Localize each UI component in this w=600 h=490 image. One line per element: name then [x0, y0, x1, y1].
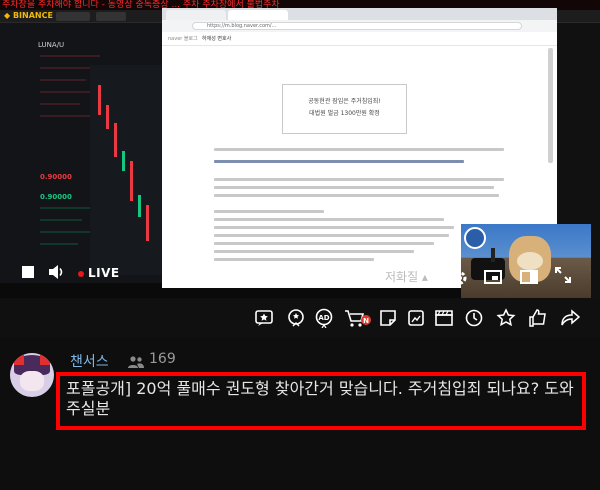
share-icon[interactable]	[560, 308, 581, 328]
thumbs-up-icon[interactable]	[528, 308, 548, 328]
candle	[146, 205, 149, 241]
action-toolbar: AD N	[0, 298, 600, 338]
people-icon	[128, 354, 144, 368]
avatar-face	[20, 371, 44, 391]
emoji-icon[interactable]	[286, 308, 306, 328]
order-row	[40, 207, 90, 209]
chat-username[interactable]: 챈서스	[70, 351, 109, 371]
video-player[interactable]: 주차장을 주차해야 합니다 - 동영상 중독증상 ... 주차 주차장에서 불법…	[0, 0, 600, 298]
candle	[138, 195, 141, 217]
order-row	[40, 79, 86, 81]
blog-header: naver 블로그 하재성 변호사	[162, 32, 557, 46]
chat-area: 챈서스 169 포폴공개] 20억 풀매수 권도형 찾아간거 맞습니다. 주거침…	[0, 338, 600, 490]
order-row	[40, 231, 95, 233]
notice-line-2: 대법원 벌금 1300만원 확정	[309, 110, 380, 117]
blog-text-line	[214, 218, 444, 221]
channel-logo	[464, 227, 486, 249]
candle	[98, 85, 101, 115]
order-row	[40, 55, 100, 57]
pip-icon[interactable]	[484, 270, 502, 284]
browser-scrollbar	[548, 48, 553, 163]
cart-badge: N	[363, 317, 369, 325]
quality-selector[interactable]: 저화질 ▴	[385, 268, 428, 285]
avatar-ear	[14, 353, 24, 365]
gear-icon[interactable]	[452, 270, 468, 286]
blog-text-line	[214, 194, 499, 197]
quick-view-icon[interactable]	[406, 308, 426, 328]
browser-toolbar: https://m.blog.naver.com/...	[162, 20, 557, 32]
blog-logo: naver 블로그	[168, 36, 198, 42]
order-row	[40, 243, 78, 245]
sticker-icon[interactable]	[378, 308, 398, 328]
browser-tab-active	[228, 10, 288, 20]
streamer-webcam	[461, 224, 591, 298]
clapperboard-icon[interactable]	[434, 308, 454, 328]
favorite-star-icon[interactable]	[496, 308, 516, 328]
live-label: LIVE	[88, 266, 120, 280]
live-stream-page: 주차장을 주차해야 합니다 - 동영상 중독증상 ... 주차 주차장에서 불법…	[0, 0, 600, 490]
blog-text-line	[214, 242, 434, 245]
notice-line-1: 공동현관 잠입은 주거침입죄!	[308, 98, 381, 105]
candle	[114, 123, 117, 157]
price-red: 0.90000	[40, 173, 72, 181]
candle	[122, 151, 125, 171]
order-row	[40, 103, 80, 105]
stop-icon[interactable]	[22, 266, 34, 278]
trading-screen: LUNA/U 0.90000 0.90000	[0, 23, 162, 283]
timer-icon[interactable]	[464, 308, 484, 328]
candle	[130, 161, 133, 201]
theater-icon[interactable]	[520, 270, 538, 284]
order-row	[40, 219, 82, 221]
blog-notice-box: 공동현관 잠입은 주거침입죄! 대법원 벌금 1300만원 확정	[282, 84, 407, 134]
desktop-tab	[96, 12, 126, 21]
blog-text-line	[214, 148, 504, 151]
blog-text-line	[214, 226, 454, 229]
viewer-count: 169	[149, 351, 176, 367]
svg-text:AD: AD	[318, 314, 329, 322]
blog-text-line	[214, 160, 464, 163]
price-green: 0.90000	[40, 193, 72, 201]
trading-pair-label: LUNA/U	[38, 41, 65, 49]
blog-text-line	[214, 250, 414, 253]
shopping-cart-icon[interactable]: N	[344, 308, 372, 328]
live-dot	[78, 271, 84, 277]
avatar-ear	[40, 353, 50, 365]
address-bar: https://m.blog.naver.com/...	[192, 22, 522, 30]
blog-text-line	[214, 210, 324, 213]
browser-tab	[166, 10, 226, 20]
desktop-tab	[56, 12, 90, 21]
star-balloon-icon[interactable]	[254, 308, 274, 328]
expand-icon[interactable]	[554, 266, 572, 284]
candle-chart	[90, 65, 162, 275]
blog-title: 하재성 변호사	[202, 36, 232, 42]
blog-text-line	[214, 178, 504, 181]
browser-tab-strip	[162, 8, 557, 20]
chat-message: 포폴공개] 20억 풀매수 권도형 찾아간거 맞습니다. 주거침입죄 되나요? …	[66, 379, 574, 418]
volume-icon[interactable]	[48, 264, 64, 280]
order-row	[40, 115, 90, 117]
candle	[106, 105, 109, 129]
ad-icon[interactable]: AD	[314, 308, 334, 329]
binance-label: ◆ BINANCE	[4, 11, 53, 20]
blog-text-line	[214, 234, 449, 237]
avatar[interactable]	[10, 353, 54, 397]
blog-text-line	[214, 186, 494, 189]
blog-text-line	[214, 258, 374, 261]
order-row	[40, 67, 92, 69]
